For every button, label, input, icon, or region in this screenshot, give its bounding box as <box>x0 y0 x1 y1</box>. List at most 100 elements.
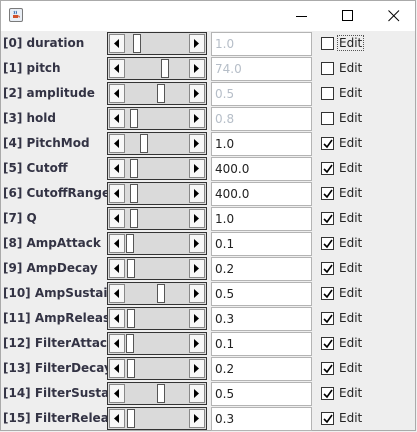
scroll-right-button[interactable] <box>189 409 205 428</box>
scroll-left-button[interactable] <box>109 309 125 328</box>
edit-checkbox[interactable] <box>321 262 334 275</box>
edit-checkbox-label[interactable]: Edit <box>338 261 363 275</box>
scroll-thumb[interactable] <box>130 159 138 178</box>
scroll-left-button[interactable] <box>109 259 125 278</box>
param-scrollbar[interactable] <box>107 107 207 130</box>
edit-checkbox[interactable] <box>321 187 334 200</box>
param-scrollbar[interactable] <box>107 132 207 155</box>
param-scrollbar[interactable] <box>107 82 207 105</box>
edit-checkbox-label[interactable]: Edit <box>338 136 363 150</box>
scroll-right-button[interactable] <box>189 259 205 278</box>
edit-checkbox-label[interactable]: Edit <box>338 161 363 175</box>
edit-checkbox[interactable] <box>321 137 334 150</box>
param-value-field[interactable]: 0.1 <box>211 332 312 356</box>
scroll-left-button[interactable] <box>109 334 125 353</box>
edit-checkbox-label[interactable]: Edit <box>338 86 363 100</box>
scroll-left-button[interactable] <box>109 184 125 203</box>
param-value-field[interactable]: 0.3 <box>211 407 312 431</box>
param-value-field[interactable]: 0.2 <box>211 357 312 381</box>
param-value-field[interactable]: 0.8 <box>211 107 312 131</box>
scroll-thumb[interactable] <box>130 109 138 128</box>
title-bar[interactable] <box>1 1 415 31</box>
scroll-right-button[interactable] <box>189 209 205 228</box>
scroll-thumb[interactable] <box>126 334 134 353</box>
scroll-thumb[interactable] <box>161 59 169 78</box>
scroll-right-button[interactable] <box>189 184 205 203</box>
param-scrollbar[interactable] <box>107 382 207 405</box>
scroll-right-button[interactable] <box>189 109 205 128</box>
scroll-right-button[interactable] <box>189 284 205 303</box>
edit-checkbox[interactable] <box>321 162 334 175</box>
edit-checkbox[interactable] <box>321 87 334 100</box>
scroll-thumb[interactable] <box>127 259 135 278</box>
scroll-right-button[interactable] <box>189 134 205 153</box>
edit-checkbox-label[interactable]: Edit <box>336 35 365 51</box>
scroll-right-button[interactable] <box>189 84 205 103</box>
edit-checkbox[interactable] <box>321 387 334 400</box>
scroll-right-button[interactable] <box>189 384 205 403</box>
param-value-field[interactable]: 400.0 <box>211 157 312 181</box>
param-value-field[interactable]: 1.0 <box>211 32 312 56</box>
scroll-left-button[interactable] <box>109 159 125 178</box>
edit-checkbox-label[interactable]: Edit <box>338 286 363 300</box>
scroll-thumb[interactable] <box>127 409 135 428</box>
scroll-right-button[interactable] <box>189 234 205 253</box>
param-value-field[interactable]: 0.5 <box>211 282 312 306</box>
edit-checkbox-label[interactable]: Edit <box>338 361 363 375</box>
minimize-button[interactable] <box>279 1 325 31</box>
edit-checkbox[interactable] <box>321 362 334 375</box>
scroll-thumb[interactable] <box>127 359 135 378</box>
edit-checkbox-label[interactable]: Edit <box>338 236 363 250</box>
edit-checkbox[interactable] <box>321 62 334 75</box>
edit-checkbox-label[interactable]: Edit <box>338 211 363 225</box>
param-scrollbar[interactable] <box>107 207 207 230</box>
param-value-field[interactable]: 1.0 <box>211 132 312 156</box>
scroll-left-button[interactable] <box>109 359 125 378</box>
param-value-field[interactable]: 74.0 <box>211 57 312 81</box>
scroll-right-button[interactable] <box>189 34 205 53</box>
scroll-left-button[interactable] <box>109 109 125 128</box>
scroll-right-button[interactable] <box>189 59 205 78</box>
scroll-left-button[interactable] <box>109 59 125 78</box>
edit-checkbox-label[interactable]: Edit <box>338 411 363 425</box>
scroll-thumb[interactable] <box>130 184 138 203</box>
edit-checkbox[interactable] <box>321 312 334 325</box>
maximize-button[interactable] <box>325 1 371 31</box>
param-scrollbar[interactable] <box>107 307 207 330</box>
param-value-field[interactable]: 400.0 <box>211 182 312 206</box>
edit-checkbox[interactable] <box>321 112 334 125</box>
scroll-thumb[interactable] <box>127 309 135 328</box>
scroll-left-button[interactable] <box>109 134 125 153</box>
scroll-right-button[interactable] <box>189 334 205 353</box>
edit-checkbox-label[interactable]: Edit <box>338 311 363 325</box>
edit-checkbox[interactable] <box>321 212 334 225</box>
param-scrollbar[interactable] <box>107 32 207 55</box>
edit-checkbox[interactable] <box>321 412 334 425</box>
scroll-left-button[interactable] <box>109 84 125 103</box>
param-value-field[interactable]: 0.3 <box>211 307 312 331</box>
scroll-left-button[interactable] <box>109 409 125 428</box>
param-scrollbar[interactable] <box>107 232 207 255</box>
scroll-thumb[interactable] <box>140 134 148 153</box>
edit-checkbox[interactable] <box>321 237 334 250</box>
param-scrollbar[interactable] <box>107 257 207 280</box>
scroll-left-button[interactable] <box>109 34 125 53</box>
param-scrollbar[interactable] <box>107 407 207 430</box>
scroll-right-button[interactable] <box>189 159 205 178</box>
scroll-left-button[interactable] <box>109 384 125 403</box>
edit-checkbox[interactable] <box>321 337 334 350</box>
scroll-left-button[interactable] <box>109 284 125 303</box>
close-button[interactable] <box>371 1 417 31</box>
edit-checkbox-label[interactable]: Edit <box>338 61 363 75</box>
edit-checkbox-label[interactable]: Edit <box>338 186 363 200</box>
param-value-field[interactable]: 0.1 <box>211 232 312 256</box>
param-scrollbar[interactable] <box>107 182 207 205</box>
scroll-left-button[interactable] <box>109 234 125 253</box>
scroll-thumb[interactable] <box>157 84 165 103</box>
scroll-thumb[interactable] <box>130 209 138 228</box>
scroll-right-button[interactable] <box>189 359 205 378</box>
param-scrollbar[interactable] <box>107 332 207 355</box>
param-scrollbar[interactable] <box>107 157 207 180</box>
edit-checkbox-label[interactable]: Edit <box>338 336 363 350</box>
param-scrollbar[interactable] <box>107 357 207 380</box>
